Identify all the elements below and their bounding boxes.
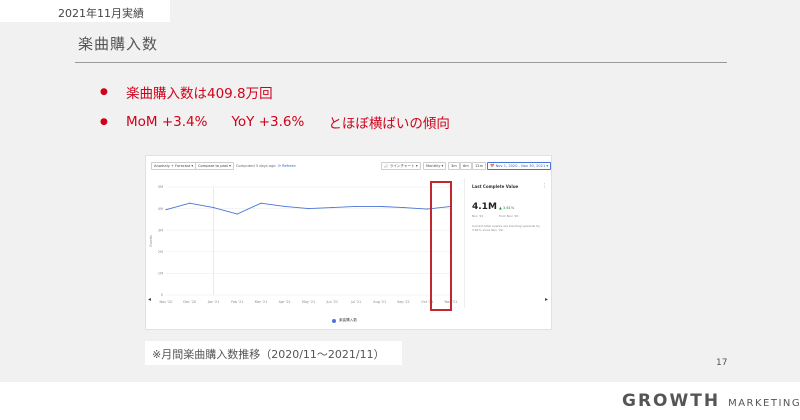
yoy-text: YoY +3.6% <box>231 114 305 130</box>
highlight-box-nov-21 <box>430 181 452 311</box>
last-value-title: Last Complete Value <box>472 184 519 189</box>
x-tick-label: Mar '21 <box>255 300 268 304</box>
mom-text: MoM +3.4% <box>126 114 208 130</box>
y-tick-label: 2M <box>158 250 163 254</box>
panel-menu-icon[interactable]: ⋮ <box>542 183 547 189</box>
x-tick-label: Feb '21 <box>231 300 243 304</box>
x-tick-label: Jul '21 <box>350 300 361 304</box>
bullet-dot-icon: ● <box>100 87 108 97</box>
data-point <box>355 205 357 208</box>
chart-legend[interactable]: 楽曲購入数 <box>332 318 357 323</box>
logo-main-text: GROWTH <box>622 391 721 411</box>
title-divider <box>75 62 727 63</box>
data-point <box>189 202 191 204</box>
bullet-item-purchases: ● 楽曲購入数は409.8万回 <box>100 80 450 104</box>
x-tick-label: Dec '20 <box>183 300 196 304</box>
y-tick-label: 3M <box>158 228 163 232</box>
data-point <box>402 206 405 209</box>
slide-background: 2021年11月実績 楽曲購入数 ● 楽曲購入数は409.8万回 ● MoM +… <box>0 0 800 382</box>
logo-sub-text: MARKETING <box>728 398 800 409</box>
legend-label: 楽曲購入数 <box>339 318 357 322</box>
bullet-item-growth: ● MoM +3.4% YoY +3.6% とほぼ横ばいの傾向 <box>100 110 450 134</box>
company-logo: GROWTH MARKETING <box>622 391 800 411</box>
data-point <box>307 208 310 210</box>
data-point <box>260 202 262 204</box>
x-tick-label: Sep '21 <box>397 300 410 304</box>
data-point <box>212 206 215 209</box>
x-tick-label: Aug '21 <box>373 300 386 304</box>
slide-title: 楽曲購入数 <box>78 35 159 53</box>
page-number: 17 <box>716 358 728 368</box>
x-tick-label: Apr '21 <box>279 300 291 304</box>
chart-caption: ※月間楽曲購入数推移（2020/11〜2021/11） <box>145 341 402 365</box>
date-label: 2021年11月実績 <box>0 0 170 22</box>
last-value-compare-period: from Nov '20 <box>499 214 519 218</box>
trend-text: とほぼ横ばいの傾向 <box>328 116 450 132</box>
data-point <box>331 206 333 209</box>
data-point <box>165 209 167 211</box>
last-value-number: 4.1M <box>472 202 497 212</box>
y-tick-label: 0 <box>161 293 163 297</box>
data-point <box>426 208 428 210</box>
dashboard-screenshot: Anomaly + Forecast ▾ Compare to past ▾ C… <box>145 155 552 330</box>
x-tick-label: Jun '21 <box>325 300 338 304</box>
chart-prev-arrow-icon[interactable]: ◂ <box>148 296 151 303</box>
last-value-panel: Last Complete Value ⋮ 4.1M ▲ 3.61% Nov '… <box>464 178 550 308</box>
y-tick-label: 1M <box>158 272 163 276</box>
bullet-dot-icon: ● <box>100 117 108 127</box>
last-value-period: Nov '21 <box>472 214 484 218</box>
bullet-list: ● 楽曲購入数は409.8万回 ● MoM +3.4% YoY +3.6% とほ… <box>100 80 450 140</box>
data-point <box>236 213 238 215</box>
y-tick-label: 4M <box>158 207 163 211</box>
x-tick-label: Jan '21 <box>207 300 220 304</box>
legend-dot-icon <box>332 318 336 323</box>
y-axis-label: Events <box>149 235 153 247</box>
x-tick-label: Nov '20 <box>160 300 173 304</box>
data-point <box>284 205 286 208</box>
y-tick-label: 5M <box>158 185 163 189</box>
x-tick-label: May '21 <box>302 300 315 304</box>
bullet-text: 楽曲購入数は409.8万回 <box>126 86 273 102</box>
data-point <box>379 205 381 208</box>
last-value-change: ▲ 3.61% <box>499 206 515 210</box>
last-value-description: Current total events are trending upward… <box>472 224 540 232</box>
